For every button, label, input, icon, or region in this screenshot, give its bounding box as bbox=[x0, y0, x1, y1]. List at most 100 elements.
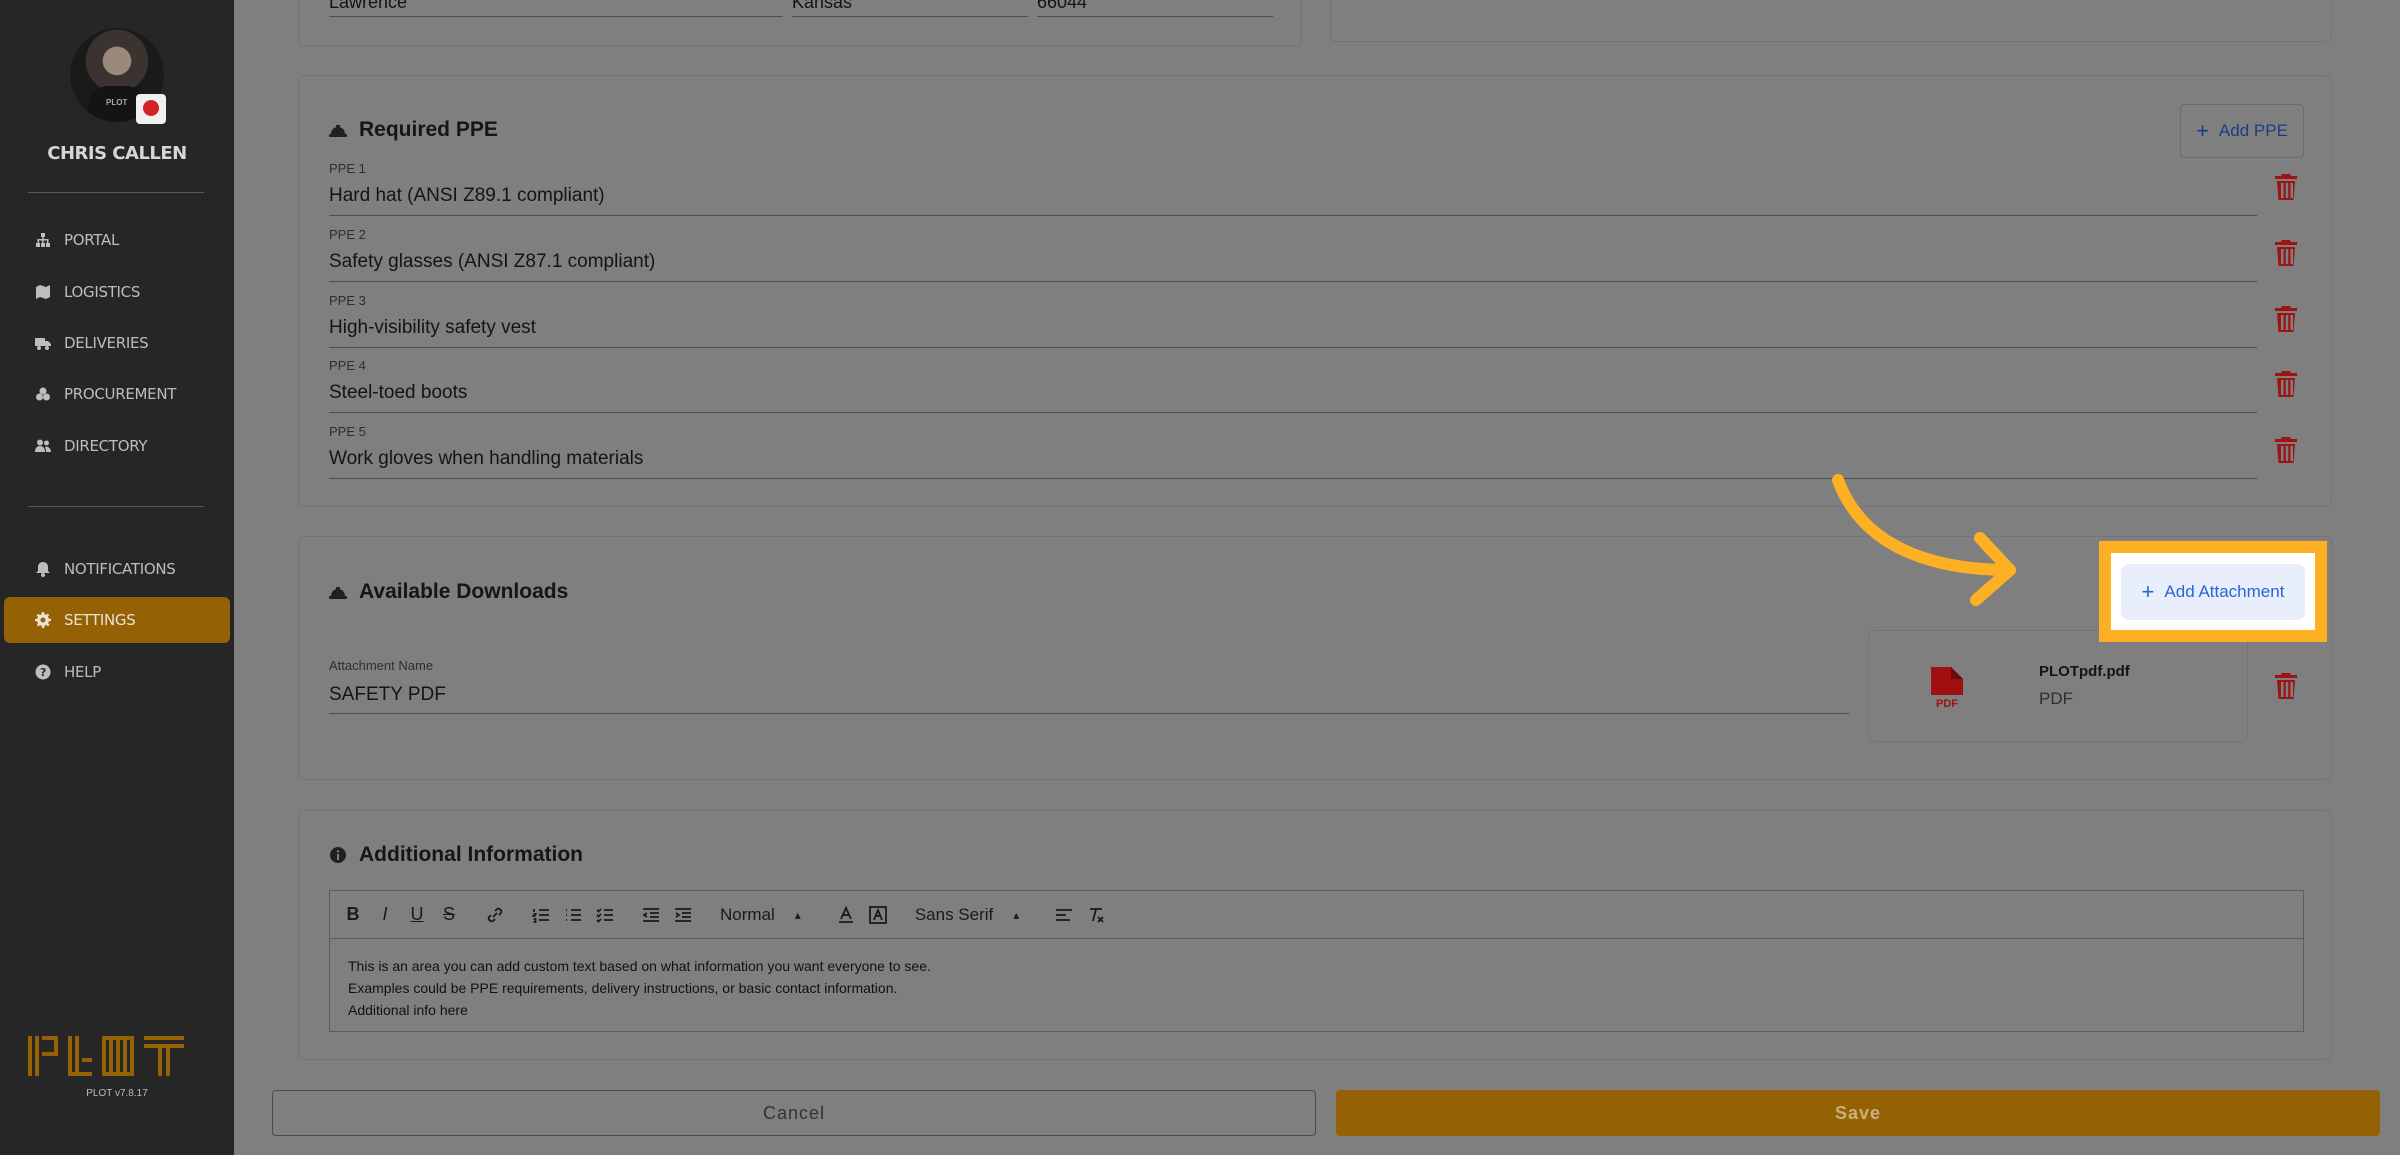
editor-line: Additional info here bbox=[348, 1002, 468, 1018]
zip-value[interactable]: 66044 bbox=[1037, 0, 1087, 13]
ppe-value[interactable]: High-visibility safety vest bbox=[329, 317, 536, 339]
available-downloads-heading: Available Downloads bbox=[329, 580, 568, 604]
trash-icon[interactable] bbox=[2275, 437, 2297, 463]
attachment-name-label: Attachment Name bbox=[329, 658, 434, 673]
editor-content[interactable]: This is an area you can add custom text … bbox=[348, 955, 931, 1021]
info-circle-icon bbox=[329, 846, 347, 864]
italic-button[interactable]: I bbox=[376, 904, 394, 925]
ppe-value[interactable]: Steel-toed boots bbox=[329, 382, 467, 404]
trash-icon[interactable] bbox=[2275, 306, 2297, 332]
add-ppe-label: Add PPE bbox=[2218, 121, 2288, 140]
user-name: CHRIS CALLEN bbox=[47, 143, 187, 164]
sidebar-item-label: DELIVERIES bbox=[64, 334, 149, 352]
question-circle-icon: ? bbox=[34, 664, 52, 680]
avatar-shirt-text: PLOT bbox=[106, 98, 128, 107]
hard-hat-icon bbox=[329, 121, 347, 139]
font-family-value: Sans Serif bbox=[914, 904, 994, 924]
bullet-list-icon[interactable] bbox=[564, 906, 582, 924]
background-color-icon[interactable] bbox=[868, 905, 887, 924]
bold-button[interactable]: B bbox=[344, 904, 362, 925]
required-ppe-title: Required PPE bbox=[359, 118, 498, 141]
editor-line: This is an area you can add custom text … bbox=[348, 958, 931, 974]
editor-toolbar: B I U S Normal ▴︎ Sans Serif ▴︎ bbox=[330, 891, 2303, 939]
sidebar: PLOT CHRIS CALLEN PORTAL LOGISTICS DELIV… bbox=[0, 0, 234, 1155]
ppe-underline bbox=[329, 281, 2257, 282]
trash-icon[interactable] bbox=[2275, 174, 2297, 200]
align-left-icon[interactable] bbox=[1055, 906, 1073, 924]
state-value[interactable]: Kansas bbox=[792, 0, 852, 13]
users-icon bbox=[34, 438, 52, 454]
file-name: PLOTpdf.pdf bbox=[2039, 663, 2130, 680]
hard-hat-icon bbox=[329, 583, 347, 601]
pdf-file-icon: PDF bbox=[1931, 667, 1963, 709]
strikethrough-button[interactable]: S bbox=[440, 904, 458, 925]
pdf-badge: PDF bbox=[1936, 698, 1958, 709]
updown-chevron-icon: ▴︎ bbox=[1013, 907, 1020, 922]
required-ppe-heading: Required PPE bbox=[329, 118, 498, 142]
attachment-name-underline bbox=[329, 713, 1849, 714]
text-size-select[interactable]: Normal ▴︎ bbox=[720, 905, 801, 925]
state-field bbox=[792, 16, 1028, 17]
sidebar-item-directory[interactable]: DIRECTORY bbox=[4, 423, 230, 469]
add-ppe-button[interactable]: + Add PPE bbox=[2180, 104, 2304, 158]
add-attachment-label: Add Attachment bbox=[2164, 582, 2285, 601]
rich-text-editor[interactable]: B I U S Normal ▴︎ Sans Serif ▴︎ This is … bbox=[329, 890, 2304, 1032]
sidebar-item-logistics[interactable]: LOGISTICS bbox=[4, 269, 230, 315]
add-attachment-button[interactable]: + Add Attachment bbox=[2121, 564, 2305, 620]
zip-field bbox=[1037, 16, 1273, 17]
sidebar-item-settings[interactable]: SETTINGS bbox=[4, 597, 230, 643]
text-size-value: Normal bbox=[720, 904, 775, 924]
sidebar-item-help[interactable]: ? HELP bbox=[4, 649, 230, 695]
ppe-label: PPE 1 bbox=[329, 161, 366, 176]
sidebar-item-label: LOGISTICS bbox=[64, 283, 141, 301]
sidebar-item-label: NOTIFICATIONS bbox=[64, 560, 176, 578]
app-version: PLOT v7.8.17 bbox=[86, 1088, 148, 1099]
sidebar-item-label: PROCUREMENT bbox=[64, 385, 177, 403]
underline-button[interactable]: U bbox=[408, 904, 426, 925]
svg-text:?: ? bbox=[40, 666, 46, 679]
ppe-label: PPE 2 bbox=[329, 227, 366, 242]
city-value[interactable]: Lawrence bbox=[329, 0, 407, 13]
check-list-icon[interactable] bbox=[596, 906, 614, 924]
required-ppe-card bbox=[298, 75, 2332, 507]
plot-logo bbox=[28, 1036, 184, 1076]
sidebar-item-deliveries[interactable]: DELIVERIES bbox=[4, 320, 230, 366]
sidebar-item-label: PORTAL bbox=[64, 231, 119, 249]
clear-format-icon[interactable] bbox=[1087, 906, 1105, 924]
indent-icon[interactable] bbox=[674, 906, 692, 924]
font-family-select[interactable]: Sans Serif ▴︎ bbox=[915, 905, 1019, 925]
attachment-name-value[interactable]: SAFETY PDF bbox=[329, 684, 446, 706]
sidebar-item-label: SETTINGS bbox=[64, 611, 136, 629]
sidebar-item-portal[interactable]: PORTAL bbox=[4, 217, 230, 263]
company-badge-icon bbox=[136, 94, 166, 124]
bell-icon bbox=[34, 561, 52, 577]
save-button[interactable]: Save bbox=[1336, 1090, 2380, 1136]
editor-line: Examples could be PPE requirements, deli… bbox=[348, 980, 898, 996]
ppe-value[interactable]: Hard hat (ANSI Z89.1 compliant) bbox=[329, 185, 605, 207]
ppe-label: PPE 3 bbox=[329, 293, 366, 308]
sidebar-item-label: HELP bbox=[64, 663, 101, 681]
sidebar-item-procurement[interactable]: PROCUREMENT bbox=[4, 371, 230, 417]
boxes-icon bbox=[34, 386, 52, 402]
trash-icon[interactable] bbox=[2275, 371, 2297, 397]
ppe-label: PPE 4 bbox=[329, 358, 366, 373]
trash-icon[interactable] bbox=[2275, 240, 2297, 266]
ppe-value[interactable]: Safety glasses (ANSI Z87.1 compliant) bbox=[329, 251, 655, 273]
text-color-icon[interactable] bbox=[837, 905, 855, 924]
ppe-underline bbox=[329, 347, 2257, 348]
link-icon[interactable] bbox=[486, 906, 504, 924]
sidebar-item-notifications[interactable]: NOTIFICATIONS bbox=[4, 546, 230, 592]
outdent-icon[interactable] bbox=[642, 906, 660, 924]
ppe-value[interactable]: Work gloves when handling materials bbox=[329, 448, 643, 470]
side-card bbox=[1330, 0, 2332, 42]
ppe-underline bbox=[329, 412, 2257, 413]
attachment-file-card[interactable]: PDF PLOTpdf.pdf PDF bbox=[1868, 630, 2248, 742]
trash-icon[interactable] bbox=[2275, 673, 2297, 699]
sidebar-divider bbox=[28, 192, 204, 193]
cancel-button[interactable]: Cancel bbox=[272, 1090, 1316, 1136]
truck-icon bbox=[34, 335, 52, 351]
city-field bbox=[329, 16, 783, 17]
ordered-list-icon[interactable] bbox=[532, 906, 550, 924]
additional-info-heading: Additional Information bbox=[329, 843, 583, 867]
plus-icon: + bbox=[2196, 118, 2209, 143]
